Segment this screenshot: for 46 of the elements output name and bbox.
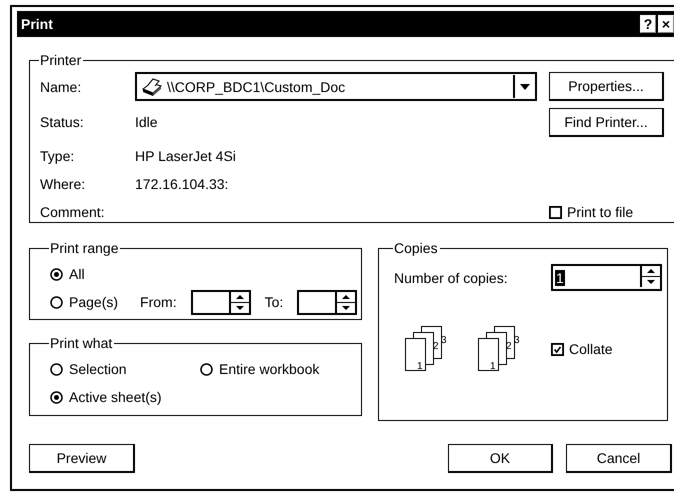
field-value: 172.16.104.33: [135,176,230,192]
spin-arrows-icon[interactable] [335,292,356,312]
field-label: Comment: [40,204,106,220]
radio-label[interactable]: Page(s) [69,294,118,310]
checkbox[interactable] [551,342,564,356]
radio-button[interactable] [50,362,63,376]
radio-button[interactable] [200,362,213,376]
spin-arrows-icon[interactable] [640,266,660,287]
preview-button[interactable]: Preview [29,444,135,473]
field-label: Number of copies: [394,270,508,286]
copies-spinner[interactable]: 1 [551,264,662,291]
to-spinner[interactable] [297,290,358,314]
checkbox[interactable] [549,206,562,218]
checkbox-label[interactable]: Print to file [567,204,634,220]
group-title: Print range [49,240,120,256]
spin-arrows-icon[interactable] [228,292,249,312]
printer-icon [141,76,163,96]
field-label: Type: [40,148,76,164]
field-label: From: [140,294,177,310]
ok-button[interactable]: OK [448,444,553,473]
cancel-button[interactable]: Cancel [566,444,672,473]
field-label: To: [264,294,284,310]
field-value: HP LaserJet 4Si [135,148,237,164]
help-button[interactable]: ? [640,15,656,33]
radio-label[interactable]: Selection [69,361,127,377]
field-value: Idle [135,114,159,130]
field-label: Status: [40,114,85,130]
group-title: Print what [49,335,114,351]
find-printer-button[interactable]: Find Printer... [549,108,664,136]
properties-button[interactable]: Properties... [549,72,664,101]
printer-dropdown[interactable]: \\CORP_BDC1\Custom_Doc [135,72,537,101]
checkbox-label[interactable]: Collate [569,341,613,357]
group-title: Printer [39,52,82,68]
from-spinner[interactable] [190,290,251,314]
radio-button[interactable] [50,390,63,404]
field-label: Name: [40,78,82,94]
caret-icon [520,84,530,90]
group-title: Copies [393,240,439,256]
radio-button[interactable] [50,268,63,280]
field-label: Where: [40,176,86,192]
radio-label[interactable]: All [69,266,85,282]
window-title: Print [21,16,54,32]
radio-label[interactable]: Entire workbook [219,361,320,377]
radio-label[interactable]: Active sheet(s) [69,389,162,405]
radio-button[interactable] [50,296,63,308]
close-button[interactable]: × [658,15,674,33]
